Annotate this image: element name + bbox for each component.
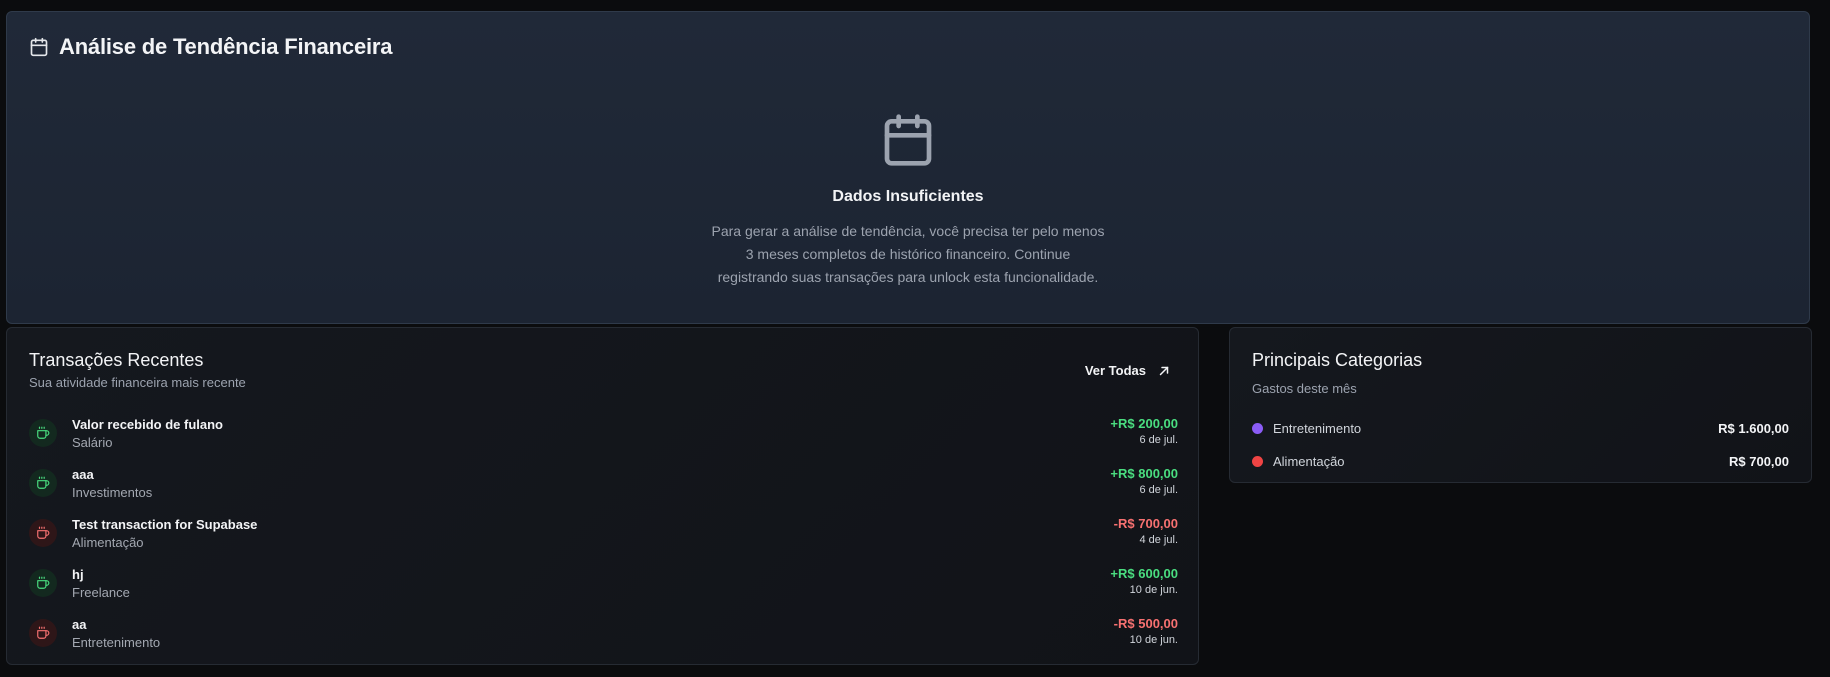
transaction-text: aaa Investimentos: [72, 467, 152, 500]
transaction-name: Valor recebido de fulano: [72, 416, 223, 432]
coffee-icon: [29, 569, 57, 597]
category-value: R$ 1.600,00: [1718, 421, 1789, 436]
recent-transactions-card: Transações Recentes Sua atividade financ…: [6, 327, 1199, 665]
trend-title: Análise de Tendência Financeira: [59, 34, 393, 59]
transaction-amount: +R$ 200,00: [1110, 416, 1178, 431]
transaction-meta: -R$ 700,00 4 de jul.: [1114, 516, 1178, 546]
calendar-icon: [880, 112, 936, 168]
transaction-category: Alimentação: [72, 534, 144, 550]
trend-analysis-card: Análise de Tendência Financeira Dados In…: [6, 11, 1810, 324]
transaction-date: 6 de jul.: [1139, 484, 1178, 496]
transaction-text: Test transaction for Supabase Alimentaçã…: [72, 517, 257, 550]
transaction-category: Investimentos: [72, 484, 153, 500]
coffee-icon: [29, 469, 57, 497]
transaction-meta: +R$ 600,00 10 de jun.: [1110, 566, 1178, 596]
transaction-row[interactable]: hj Freelance +R$ 600,00 10 de jun.: [29, 558, 1178, 608]
categories-subtitle: Gastos deste mês: [1252, 381, 1357, 396]
empty-state-title: Dados Insuficientes: [832, 188, 984, 205]
category-name: Alimentação: [1273, 454, 1345, 469]
coffee-icon: [29, 419, 57, 447]
category-name: Entretenimento: [1273, 421, 1362, 436]
transaction-row[interactable]: aaa Investimentos +R$ 800,00 6 de jul.: [29, 458, 1178, 508]
category-row: Entretenimento R$ 1.600,00: [1252, 412, 1789, 445]
transaction-name: Test transaction for Supabase: [72, 516, 258, 532]
transaction-text: Valor recebido de fulano Salário: [72, 417, 223, 450]
transaction-date: 4 de jul.: [1139, 534, 1178, 546]
see-all-label: Ver Todas: [1084, 363, 1146, 378]
transaction-date: 6 de jul.: [1139, 434, 1178, 446]
empty-desc-line: registrando suas transações para unlock …: [717, 269, 1099, 285]
transaction-row[interactable]: Valor recebido de fulano Salário +R$ 200…: [29, 408, 1178, 458]
transaction-text: aa Entretenimento: [72, 617, 160, 650]
transaction-name: aaa: [72, 466, 94, 482]
coffee-icon: [29, 519, 57, 547]
empty-state: Dados Insuficientes Para gerar a análise…: [7, 112, 1809, 289]
coffee-icon: [29, 619, 57, 647]
categories-title: Principais Categorias: [1252, 350, 1423, 370]
transaction-text: hj Freelance: [72, 567, 130, 600]
see-all-button[interactable]: Ver Todas: [1085, 363, 1170, 378]
transaction-amount: -R$ 700,00: [1113, 516, 1178, 531]
category-color-dot: [1252, 456, 1263, 467]
category-color-dot: [1252, 423, 1263, 434]
transaction-row[interactable]: aa Entretenimento -R$ 500,00 10 de jun.: [29, 608, 1178, 658]
category-value: R$ 700,00: [1729, 454, 1789, 469]
transaction-date: 10 de jun.: [1129, 584, 1178, 596]
empty-desc-line: Para gerar a análise de tendência, você …: [711, 223, 1105, 239]
transaction-name: aa: [72, 616, 87, 632]
transaction-amount: +R$ 800,00: [1110, 466, 1178, 481]
transaction-meta: +R$ 200,00 6 de jul.: [1110, 416, 1178, 446]
transaction-amount: -R$ 500,00: [1113, 616, 1178, 631]
transactions-title: Transações Recentes: [29, 350, 204, 370]
transaction-meta: +R$ 800,00 6 de jul.: [1110, 466, 1178, 496]
empty-desc-line: 3 meses completos de histórico financeir…: [745, 246, 1071, 262]
transactions-subtitle: Sua atividade financeira mais recente: [29, 375, 246, 390]
transaction-meta: -R$ 500,00 10 de jun.: [1114, 616, 1178, 646]
transaction-category: Salário: [72, 434, 113, 450]
transaction-date: 10 de jun.: [1129, 634, 1178, 646]
categories-list: Entretenimento R$ 1.600,00 Alimentação R…: [1252, 412, 1789, 478]
trend-header: Análise de Tendência Financeira: [29, 34, 392, 60]
transaction-row[interactable]: Test transaction for Supabase Alimentaçã…: [29, 508, 1178, 558]
transaction-category: Entretenimento: [72, 634, 161, 650]
arrow-up-right-icon: [1158, 365, 1170, 377]
transactions-list: Valor recebido de fulano Salário +R$ 200…: [29, 408, 1178, 658]
empty-state-description: Para gerar a análise de tendência, você …: [698, 220, 1118, 289]
category-row: Alimentação R$ 700,00: [1252, 445, 1789, 478]
top-categories-card: Principais Categorias Gastos deste mês E…: [1229, 327, 1812, 483]
calendar-icon: [29, 37, 49, 57]
transaction-amount: +R$ 600,00: [1110, 566, 1178, 581]
transaction-name: hj: [72, 566, 84, 582]
transaction-category: Freelance: [72, 584, 130, 600]
